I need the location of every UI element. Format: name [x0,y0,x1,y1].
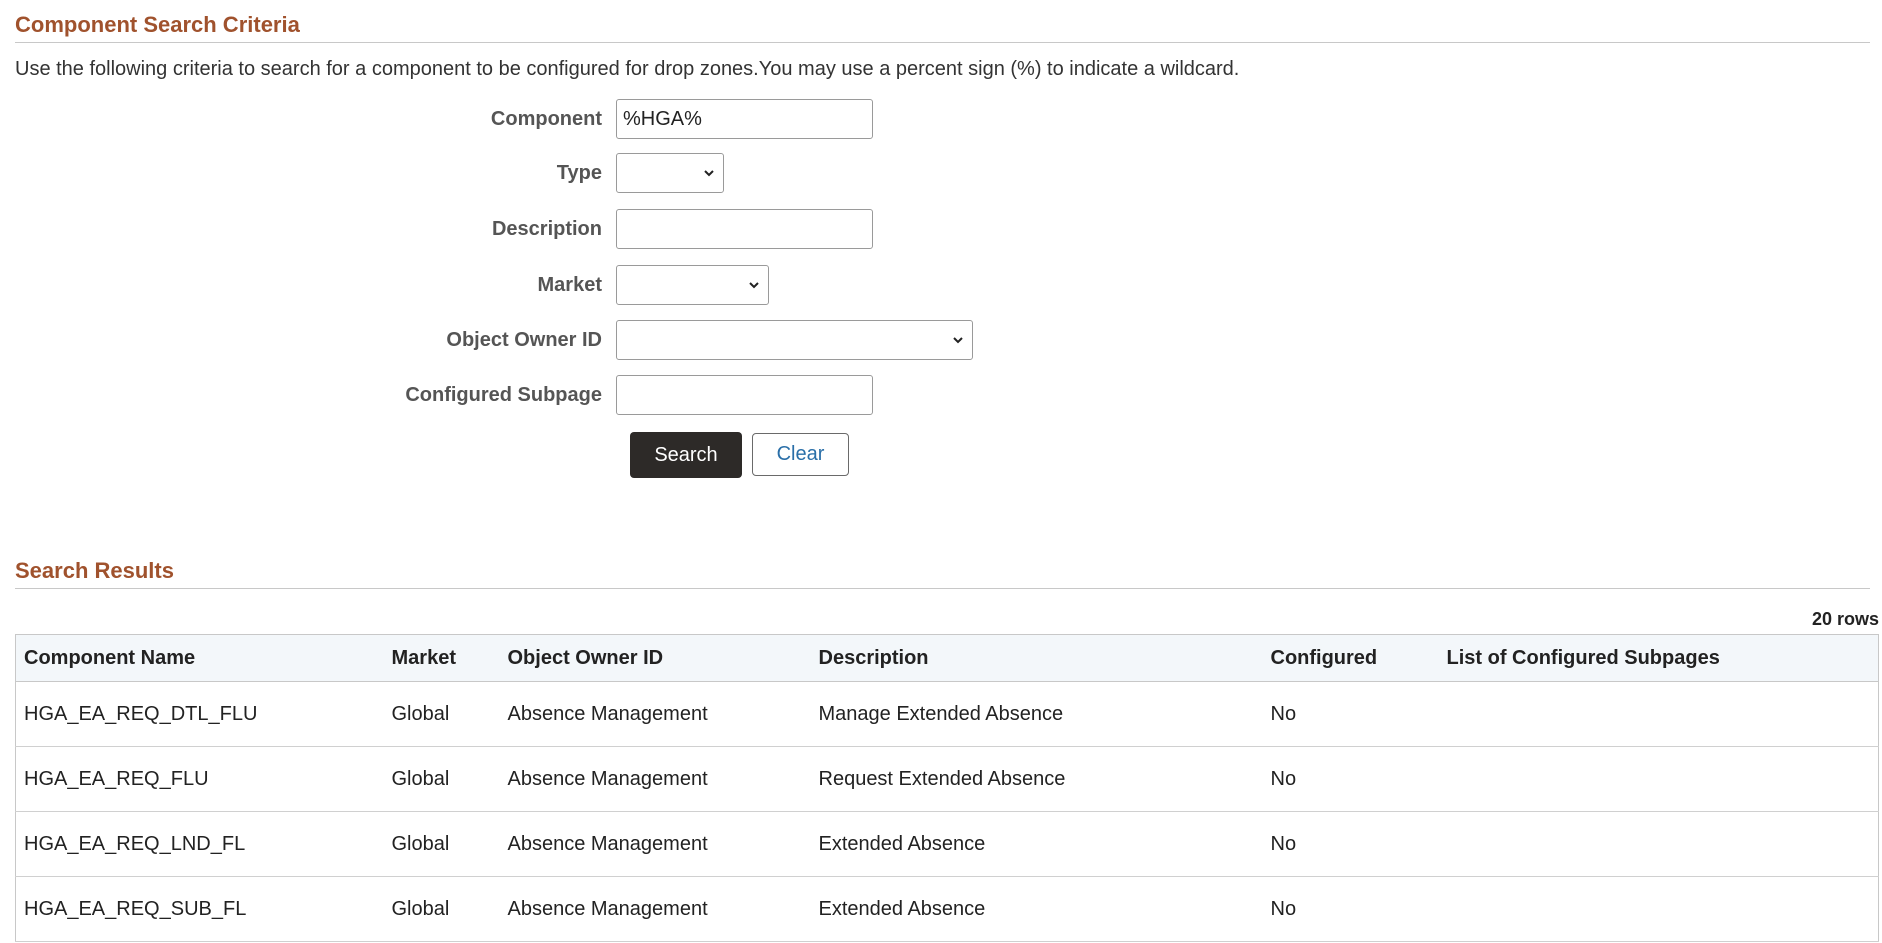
cell-configured: No [1262,876,1439,942]
table-row[interactable]: HGA_EA_REQ_FLU Global Absence Management… [15,746,1879,812]
object-owner-label: Object Owner ID [446,328,602,351]
cell-object-owner-id: Absence Management [499,811,811,877]
cell-market: Global [383,746,500,812]
clear-button[interactable]: Clear [752,433,849,476]
cell-component-name: HGA_EA_REQ_LND_FL [15,811,384,877]
configured-subpage-input[interactable] [616,375,873,415]
cell-configured: No [1262,681,1439,747]
cell-object-owner-id: Absence Management [499,876,811,942]
description-field-row: Description [0,207,873,251]
table-row[interactable]: HGA_EA_REQ_SUB_FL Global Absence Managem… [15,876,1879,942]
results-table: Component Name Market Object Owner ID De… [15,634,1879,942]
cell-description: Manage Extended Absence [810,681,1263,747]
chevron-down-icon [704,170,714,177]
market-label: Market [537,273,602,296]
chevron-down-icon [953,337,963,344]
cell-description: Extended Absence [810,876,1263,942]
table-header-row: Component Name Market Object Owner ID De… [15,634,1879,682]
search-button-group: Search Clear [630,432,849,478]
object-owner-select[interactable] [616,320,973,360]
cell-configured-subpages [1438,811,1879,877]
cell-market: Global [383,681,500,747]
cell-configured-subpages [1438,681,1879,747]
column-header-configured-subpages[interactable]: List of Configured Subpages [1438,634,1879,682]
cell-component-name: HGA_EA_REQ_SUB_FL [15,876,384,942]
table-row[interactable]: HGA_EA_REQ_LND_FL Global Absence Managem… [15,811,1879,877]
column-header-component-name[interactable]: Component Name [15,634,384,682]
cell-configured-subpages [1438,876,1879,942]
object-owner-field-row: Object Owner ID [0,318,973,362]
column-header-description[interactable]: Description [810,634,1263,682]
cell-component-name: HGA_EA_REQ_FLU [15,746,384,812]
type-select[interactable] [616,153,724,193]
component-field-row: Component [0,97,873,141]
cell-market: Global [383,876,500,942]
results-section-title: Search Results [15,558,1870,589]
description-label: Description [491,217,602,240]
criteria-section-title: Component Search Criteria [15,12,1870,43]
column-header-configured[interactable]: Configured [1262,634,1439,682]
component-label: Component [490,107,602,130]
cell-configured: No [1262,746,1439,812]
column-header-object-owner-id[interactable]: Object Owner ID [499,634,811,682]
search-instructions: Use the following criteria to search for… [15,58,1240,80]
cell-description: Extended Absence [810,811,1263,877]
description-input[interactable] [616,209,873,249]
configured-subpage-field-row: Configured Subpage [0,373,873,417]
search-button[interactable]: Search [630,432,742,478]
market-select[interactable] [616,265,769,305]
configured-subpage-label: Configured Subpage [405,383,602,406]
chevron-down-icon [749,282,759,289]
cell-configured-subpages [1438,746,1879,812]
market-field-row: Market [0,263,769,307]
column-header-market[interactable]: Market [383,634,500,682]
row-count: 20 rows [1811,609,1879,629]
component-input[interactable] [616,99,873,139]
type-field-row: Type [0,151,724,195]
cell-object-owner-id: Absence Management [499,746,811,812]
cell-configured: No [1262,811,1439,877]
cell-object-owner-id: Absence Management [499,681,811,747]
cell-component-name: HGA_EA_REQ_DTL_FLU [15,681,384,747]
type-label: Type [556,161,602,184]
table-row[interactable]: HGA_EA_REQ_DTL_FLU Global Absence Manage… [15,681,1879,747]
cell-description: Request Extended Absence [810,746,1263,812]
cell-market: Global [383,811,500,877]
